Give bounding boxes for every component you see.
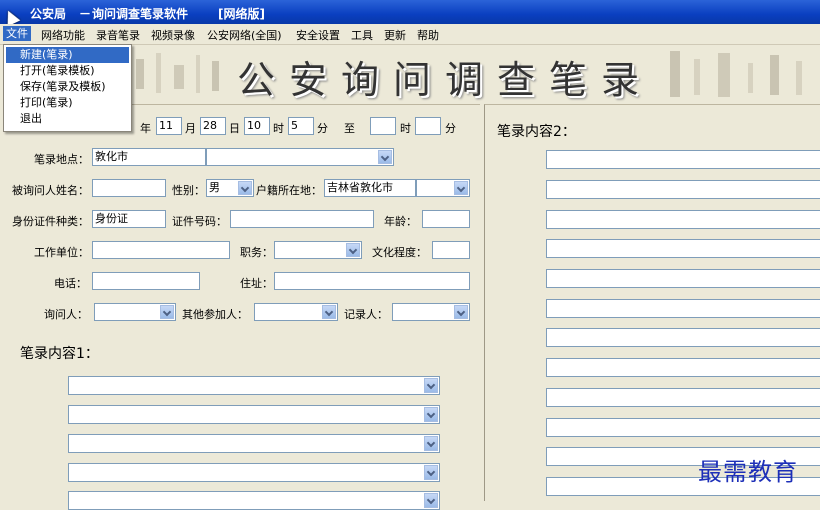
minute-input[interactable]: 5	[288, 117, 314, 135]
phone-input[interactable]	[92, 272, 200, 290]
menu-help[interactable]: 帮助	[417, 27, 439, 43]
menu-item-exit[interactable]: 退出	[6, 111, 129, 127]
menu-file[interactable]: 文件	[3, 26, 31, 41]
idtype-label: 身份证件种类：	[12, 215, 89, 228]
chevron-down-icon[interactable]	[424, 407, 438, 422]
content2-line[interactable]	[546, 388, 820, 407]
hukou-label: 户籍所在地：	[256, 184, 322, 197]
hukou-input[interactable]: 吉林省敦化市	[324, 179, 416, 197]
menu-item-open[interactable]: 打开(笔录模板)	[6, 63, 129, 79]
day-input[interactable]: 28	[200, 117, 226, 135]
recorder-label: 记录人：	[344, 308, 388, 321]
menu-bar: 文件 网络功能 录音笔录 视频录像 公安网络(全国) 安全设置 工具 更新 帮助	[0, 24, 820, 45]
menu-video[interactable]: 视频录像	[151, 27, 195, 43]
edu-input[interactable]	[432, 241, 470, 259]
content2-line[interactable]	[546, 150, 820, 169]
hour-label: 时	[273, 122, 284, 135]
chevron-down-icon[interactable]	[424, 378, 438, 393]
menu-item-save[interactable]: 保存(笔录及模板)	[6, 79, 129, 95]
location-label: 笔录地点：	[34, 153, 89, 166]
others-label: 其他参加人：	[182, 308, 248, 321]
menu-network[interactable]: 网络功能	[41, 27, 85, 43]
menu-police-network[interactable]: 公安网络(全国)	[207, 27, 282, 43]
content2-line[interactable]	[546, 328, 820, 347]
hukou-select[interactable]	[416, 179, 470, 197]
minute-label: 分	[317, 122, 328, 135]
others-select[interactable]	[254, 303, 338, 321]
title-name: 询问调查笔录软件	[92, 7, 189, 21]
title-bar: 公安局 － 询问调查笔录软件 [网络版]	[0, 0, 820, 24]
title-app: 公安局	[30, 7, 67, 21]
gender-select[interactable]: 男	[206, 179, 254, 197]
menu-item-new[interactable]: 新建(笔录)	[6, 47, 129, 63]
menu-item-print[interactable]: 打印(笔录)	[6, 95, 129, 111]
edu-label: 文化程度：	[372, 246, 427, 259]
location-input[interactable]: 敦化市	[92, 148, 206, 166]
phone-label: 电话：	[54, 277, 87, 290]
work-input[interactable]	[92, 241, 230, 259]
age-label: 年龄：	[384, 215, 417, 228]
left-form-panel: 年 11 月 28 日 10 时 5 分 至 时 分 笔录地点： 敦化市 被询问…	[4, 104, 480, 510]
interviewer-label: 询问人：	[44, 308, 88, 321]
menu-tools[interactable]: 工具	[351, 27, 373, 43]
location-select[interactable]	[206, 148, 394, 166]
chevron-down-icon[interactable]	[346, 243, 360, 257]
content1-title: 笔录内容1：	[20, 346, 99, 362]
month-label: 月	[185, 122, 196, 135]
hour-input[interactable]: 10	[244, 117, 270, 135]
content1-line[interactable]	[68, 376, 440, 395]
day-label: 日	[229, 122, 240, 135]
end-minute-label: 分	[445, 122, 456, 135]
watermark-text: 最需教育	[698, 458, 798, 486]
chevron-down-icon[interactable]	[238, 181, 252, 195]
age-input[interactable]	[422, 210, 470, 228]
work-label: 工作单位：	[34, 246, 89, 259]
chevron-down-icon[interactable]	[424, 465, 438, 480]
title-separator: －	[79, 7, 92, 21]
content1-line[interactable]	[68, 405, 440, 424]
content2-line[interactable]	[546, 358, 820, 377]
job-label: 职务：	[240, 246, 273, 259]
content2-line[interactable]	[546, 180, 820, 199]
content2-title: 笔录内容2：	[497, 124, 576, 140]
idtype-input[interactable]: 身份证	[92, 210, 166, 228]
chevron-down-icon[interactable]	[378, 150, 392, 164]
file-dropdown-menu: 新建(笔录) 打开(笔录模板) 保存(笔录及模板) 打印(笔录) 退出	[3, 44, 132, 132]
chevron-down-icon[interactable]	[424, 493, 438, 508]
menu-update[interactable]: 更新	[384, 27, 406, 43]
chevron-down-icon[interactable]	[424, 436, 438, 451]
content1-line[interactable]	[68, 463, 440, 482]
job-select[interactable]	[274, 241, 362, 259]
year-label: 年	[140, 122, 151, 135]
gender-select-value: 男	[209, 181, 220, 194]
end-hour-label: 时	[400, 122, 411, 135]
idno-label: 证件号码：	[172, 215, 227, 228]
idno-input[interactable]	[230, 210, 374, 228]
content2-line[interactable]	[546, 210, 820, 229]
address-label: 住址：	[240, 277, 273, 290]
chevron-down-icon[interactable]	[322, 305, 336, 319]
recorder-select[interactable]	[392, 303, 470, 321]
content2-line[interactable]	[546, 299, 820, 318]
gender-label: 性别：	[172, 184, 205, 197]
end-hour-input[interactable]	[370, 117, 396, 135]
to-label: 至	[344, 122, 355, 135]
content2-line[interactable]	[546, 239, 820, 258]
menu-security[interactable]: 安全设置	[296, 27, 340, 43]
content2-line[interactable]	[546, 418, 820, 437]
chevron-down-icon[interactable]	[454, 305, 468, 319]
content1-line[interactable]	[68, 491, 440, 510]
address-input[interactable]	[274, 272, 470, 290]
title-edition: [网络版]	[218, 7, 265, 21]
end-minute-input[interactable]	[415, 117, 441, 135]
menu-audio[interactable]: 录音笔录	[96, 27, 140, 43]
content2-line[interactable]	[546, 269, 820, 288]
chevron-down-icon[interactable]	[160, 305, 174, 319]
chevron-down-icon[interactable]	[454, 181, 468, 195]
content1-line[interactable]	[68, 434, 440, 453]
name-label: 被询问人姓名：	[12, 184, 89, 197]
interviewer-select[interactable]	[94, 303, 176, 321]
name-input[interactable]	[92, 179, 166, 197]
month-input[interactable]: 11	[156, 117, 182, 135]
